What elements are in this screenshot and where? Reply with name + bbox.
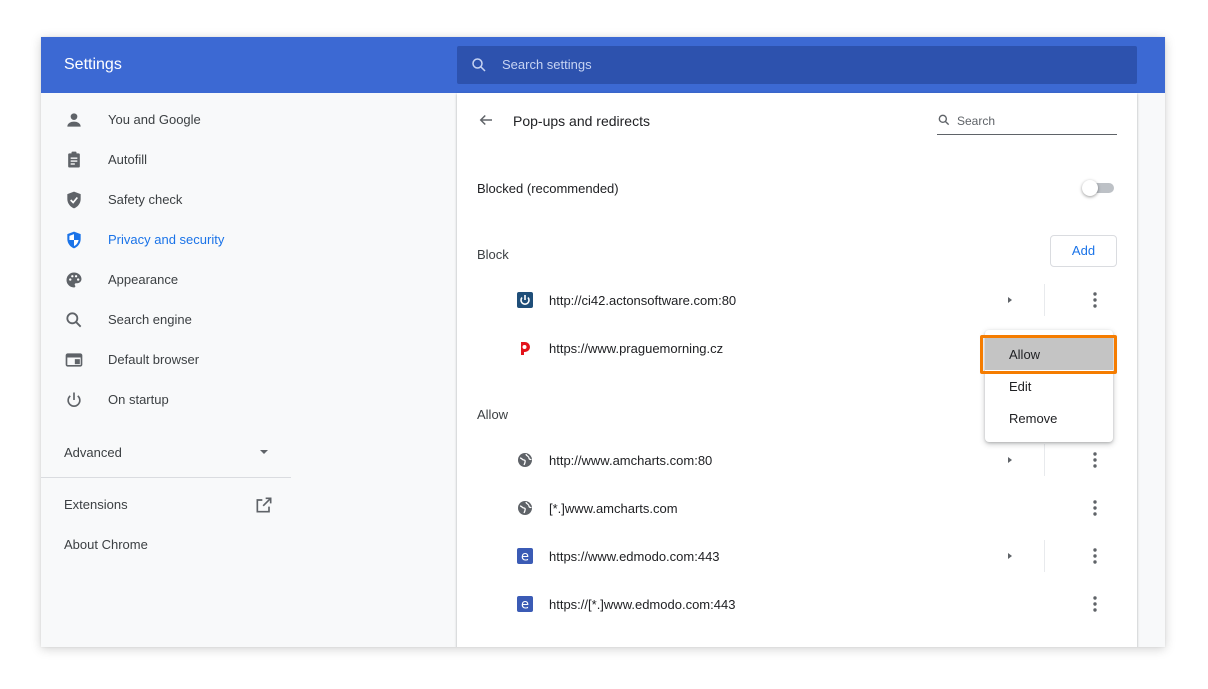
sidebar-item-label: Default browser	[108, 352, 200, 367]
add-button[interactable]: Add	[1050, 235, 1117, 267]
sidebar-item-safety-check[interactable]: Safety check	[41, 180, 291, 220]
sidebar-item-label: Privacy and security	[108, 232, 225, 247]
site-url: http://www.amcharts.com:80	[549, 453, 713, 468]
sidebar-item-on-startup[interactable]: On startup	[41, 380, 291, 420]
site-url: https://www.edmodo.com:443	[549, 549, 720, 564]
page-title: Pop-ups and redirects	[513, 113, 650, 129]
toggle-knob	[1082, 180, 1098, 196]
site-search-input[interactable]: Search	[937, 107, 1117, 135]
blocked-toggle-label: Blocked (recommended)	[477, 181, 619, 196]
browser-icon	[65, 353, 83, 367]
sidebar-item-privacy-and-security[interactable]: Privacy and security	[41, 220, 291, 260]
sidebar-item-label: Autofill	[108, 152, 148, 167]
blocked-toggle[interactable]	[1082, 180, 1116, 196]
more-actions-icon[interactable]	[1085, 594, 1105, 614]
sidebar-item-label: You and Google	[108, 112, 201, 127]
sidebar-item-label: Search engine	[108, 312, 192, 327]
row-separator	[1044, 284, 1045, 316]
top-bar: Settings Search settings	[41, 37, 1165, 93]
block-site-row: http://ci42.actonsoftware.com:80	[457, 276, 1137, 324]
expand-arrow-icon[interactable]	[1005, 455, 1015, 465]
svg-text:e: e	[521, 550, 529, 565]
allow-site-row: [*.]www.amcharts.com	[457, 484, 1137, 532]
settings-window: Settings Search settings You and Google	[41, 37, 1165, 647]
search-icon	[472, 58, 486, 72]
menu-item-remove[interactable]: Remove	[985, 402, 1113, 434]
advanced-label: Advanced	[64, 445, 122, 460]
allow-site-row: e https://www.edmodo.com:443	[457, 532, 1137, 580]
row-separator	[1044, 444, 1045, 476]
block-section-label: Block	[477, 247, 509, 262]
sidebar-divider	[41, 477, 291, 478]
more-actions-icon[interactable]	[1085, 546, 1105, 566]
palette-icon	[66, 272, 82, 288]
more-actions-icon[interactable]	[1085, 498, 1105, 518]
allow-site-row: http://www.amcharts.com:80	[457, 436, 1137, 484]
menu-item-edit[interactable]: Edit	[985, 370, 1113, 402]
shield-check-icon	[67, 191, 81, 209]
edmodo-favicon: e	[517, 548, 533, 564]
settings-search-placeholder: Search settings	[502, 57, 592, 72]
person-icon	[67, 113, 81, 127]
praguemorning-favicon	[521, 342, 530, 355]
row-separator	[1044, 540, 1045, 572]
sidebar-item-appearance[interactable]: Appearance	[41, 260, 291, 300]
sidebar: You and Google Autofill Safety check Pri…	[41, 93, 291, 647]
globe-icon	[518, 501, 532, 515]
app-title: Settings	[64, 56, 122, 73]
allow-section-label: Allow	[477, 407, 509, 422]
sidebar-item-label: On startup	[108, 392, 169, 407]
expand-arrow-icon[interactable]	[1005, 295, 1015, 305]
acton-favicon	[517, 292, 533, 308]
site-url: [*.]www.amcharts.com	[549, 501, 678, 516]
chevron-down-icon	[260, 450, 268, 454]
shield-icon	[67, 231, 81, 249]
highlight-frame	[980, 335, 1117, 374]
about-label: About Chrome	[64, 537, 148, 552]
sidebar-item-autofill[interactable]: Autofill	[41, 140, 291, 180]
sidebar-item-you-and-google[interactable]: You and Google	[41, 100, 291, 140]
power-icon	[67, 392, 81, 407]
svg-text:e: e	[521, 598, 529, 613]
site-url: https://www.praguemorning.cz	[549, 341, 724, 356]
allow-site-row: e https://[*.]www.edmodo.com:443	[457, 580, 1137, 628]
extensions-label: Extensions	[64, 497, 128, 512]
menu-item-label: Edit	[1009, 379, 1032, 394]
sidebar-item-label: Safety check	[108, 192, 183, 207]
sidebar-item-about-chrome[interactable]: About Chrome	[41, 525, 291, 565]
edmodo-favicon: e	[517, 596, 533, 612]
sidebar-item-label: Appearance	[108, 272, 179, 287]
globe-icon	[518, 453, 532, 467]
sidebar-item-search-engine[interactable]: Search engine	[41, 300, 291, 340]
search-icon	[938, 114, 950, 126]
external-link-icon	[256, 497, 272, 513]
sidebar-item-default-browser[interactable]: Default browser	[41, 340, 291, 380]
back-arrow-icon[interactable]	[477, 111, 495, 129]
sidebar-item-extensions[interactable]: Extensions	[41, 485, 291, 525]
sidebar-advanced[interactable]: Advanced	[41, 433, 291, 473]
more-actions-icon[interactable]	[1085, 450, 1105, 470]
search-icon	[66, 312, 82, 328]
expand-arrow-icon[interactable]	[1005, 551, 1015, 561]
menu-item-label: Remove	[1009, 411, 1058, 426]
settings-search-box[interactable]: Search settings	[457, 46, 1137, 84]
clipboard-icon	[68, 151, 80, 168]
site-search-placeholder: Search	[957, 114, 996, 128]
site-url: https://[*.]www.edmodo.com:443	[549, 597, 736, 612]
site-url: http://ci42.actonsoftware.com:80	[549, 293, 737, 308]
more-actions-icon[interactable]	[1085, 290, 1105, 310]
